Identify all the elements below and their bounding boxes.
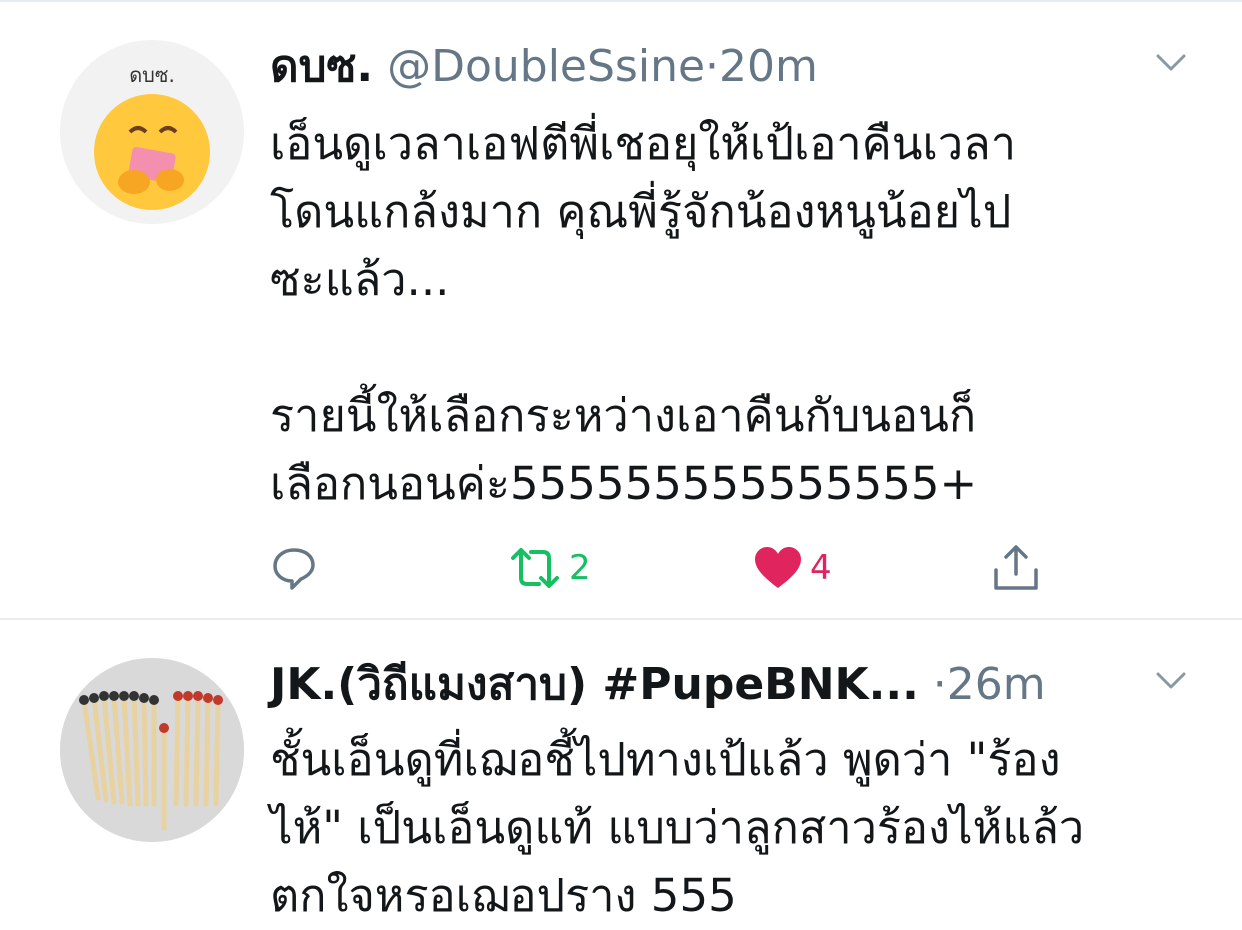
avatar[interactable] bbox=[60, 658, 244, 842]
retweet-count: 2 bbox=[569, 548, 591, 588]
display-name[interactable]: ดบซ. bbox=[270, 41, 373, 92]
avatar-text: ดบซ. bbox=[129, 63, 175, 87]
reply-button[interactable] bbox=[270, 542, 318, 594]
like-button[interactable]: 4 bbox=[752, 542, 832, 594]
share-button[interactable] bbox=[990, 542, 1042, 594]
timestamp[interactable]: 26m bbox=[947, 659, 1046, 710]
display-name[interactable]: JK.(วิถีแมงสาบ) #PupeBNK... bbox=[270, 659, 919, 710]
like-count: 4 bbox=[810, 548, 832, 588]
tweet-actions: 2 4 bbox=[270, 542, 1170, 594]
heart-icon bbox=[755, 547, 801, 588]
avatar[interactable]: ดบซ. bbox=[60, 40, 244, 224]
reply-icon bbox=[273, 548, 315, 590]
tweet[interactable]: JK.(วิถีแมงสาบ) #PupeBNK... ·26m ชั้นเอ็… bbox=[0, 618, 1242, 922]
tweet-text: เอ็นดูเวลาเอฟตีพี่เชอยุให้เป้เอาคืนเวลา … bbox=[270, 117, 1016, 510]
separator-dot: · bbox=[705, 41, 720, 92]
handle[interactable]: @DoubleSsine bbox=[387, 41, 705, 92]
share-icon bbox=[994, 545, 1038, 590]
hugging-face-avatar-image: ดบซ. bbox=[60, 40, 244, 224]
retweet-icon bbox=[511, 548, 559, 588]
chevron-down-icon[interactable] bbox=[1156, 670, 1186, 692]
matches-avatar-image bbox=[60, 658, 244, 842]
retweet-button[interactable]: 2 bbox=[507, 542, 591, 594]
separator-dot: · bbox=[932, 659, 947, 710]
tweet-header: ดบซ. @DoubleSsine·20m bbox=[270, 40, 818, 94]
tweet[interactable]: ดบซ. ดบซ. @DoubleSsine·20m เอ็นดูเวลาเอฟ… bbox=[0, 0, 1242, 618]
timestamp[interactable]: 20m bbox=[719, 41, 818, 92]
tweet-header: JK.(วิถีแมงสาบ) #PupeBNK... ·26m bbox=[270, 658, 1046, 712]
chevron-down-icon[interactable] bbox=[1156, 52, 1186, 74]
tweet-text: ชั้นเอ็นดูที่เฌอชี้ไปทางเป้แล้ว พูดว่า "… bbox=[270, 733, 1085, 922]
